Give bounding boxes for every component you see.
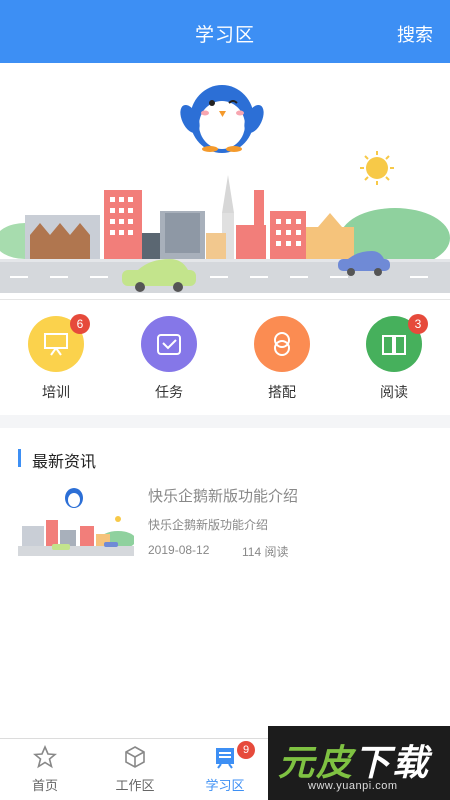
- category-training-badge: 6: [70, 314, 90, 334]
- tab-workspace[interactable]: 工作区: [90, 739, 180, 800]
- news-date: 2019-08-12: [148, 543, 210, 557]
- tab-workspace-label: 工作区: [115, 778, 155, 793]
- category-grid: 6 培训 任务 搭配 3 阅读: [0, 299, 450, 415]
- interlock-icon: [274, 332, 290, 356]
- sun-icon: [360, 151, 394, 185]
- news-read-count: 114 阅读: [242, 545, 289, 559]
- category-task-label: 任务: [155, 384, 183, 400]
- category-task-circle: [141, 316, 197, 372]
- category-reading[interactable]: 3 阅读: [359, 314, 429, 402]
- news-thumbnail: [18, 482, 134, 558]
- category-reading-label: 阅读: [380, 384, 408, 400]
- cube-icon: [125, 746, 145, 768]
- watermark-url: www.yuanpi.com: [308, 780, 398, 792]
- home-star-icon: [32, 744, 58, 769]
- study-list-icon: [216, 748, 234, 769]
- search-button[interactable]: 搜索: [397, 21, 433, 47]
- city-penguin-illustration: [0, 85, 450, 299]
- category-match-circle: [254, 316, 310, 372]
- presentation-icon: [44, 333, 68, 356]
- news-heading: 最新资讯: [18, 448, 96, 472]
- book-icon: [382, 335, 406, 355]
- watermark-text: 元皮下载: [278, 743, 431, 784]
- category-training-circle: 6: [28, 314, 90, 372]
- category-reading-badge: 3: [408, 314, 428, 334]
- category-task[interactable]: 任务: [134, 316, 204, 402]
- category-match-label: 搭配: [268, 384, 296, 400]
- banner-illustration[interactable]: [0, 63, 450, 299]
- top-bar: 学习区 搜索: [0, 0, 450, 63]
- tab-study-label: 学习区: [205, 778, 245, 793]
- news-title: 快乐企鹅新版功能介绍: [148, 488, 299, 505]
- penguin-mascot: [180, 85, 264, 153]
- news-section: 最新资讯 快乐企鹅新版功能介绍 快乐企鹅新版功能介绍 2019-08-12 11: [0, 428, 450, 738]
- category-match[interactable]: 搭配: [247, 316, 317, 402]
- category-reading-circle: 3: [366, 314, 428, 372]
- tab-study-badge: 9: [237, 741, 255, 759]
- tab-study[interactable]: 9 学习区: [180, 739, 270, 800]
- tab-home-label: 首页: [31, 778, 58, 793]
- tab-home[interactable]: 首页: [0, 739, 90, 800]
- checkmark-tray-icon: [157, 334, 181, 355]
- page-title: 学习区: [194, 25, 255, 46]
- watermark-logo: 元皮下载 www.yuanpi.com: [268, 726, 450, 800]
- category-training-label: 培训: [42, 384, 70, 400]
- category-training[interactable]: 6 培训: [21, 314, 91, 402]
- news-summary: 快乐企鹅新版功能介绍: [148, 518, 269, 532]
- news-item[interactable]: 快乐企鹅新版功能介绍 快乐企鹅新版功能介绍 2019-08-12 114 阅读: [18, 482, 432, 562]
